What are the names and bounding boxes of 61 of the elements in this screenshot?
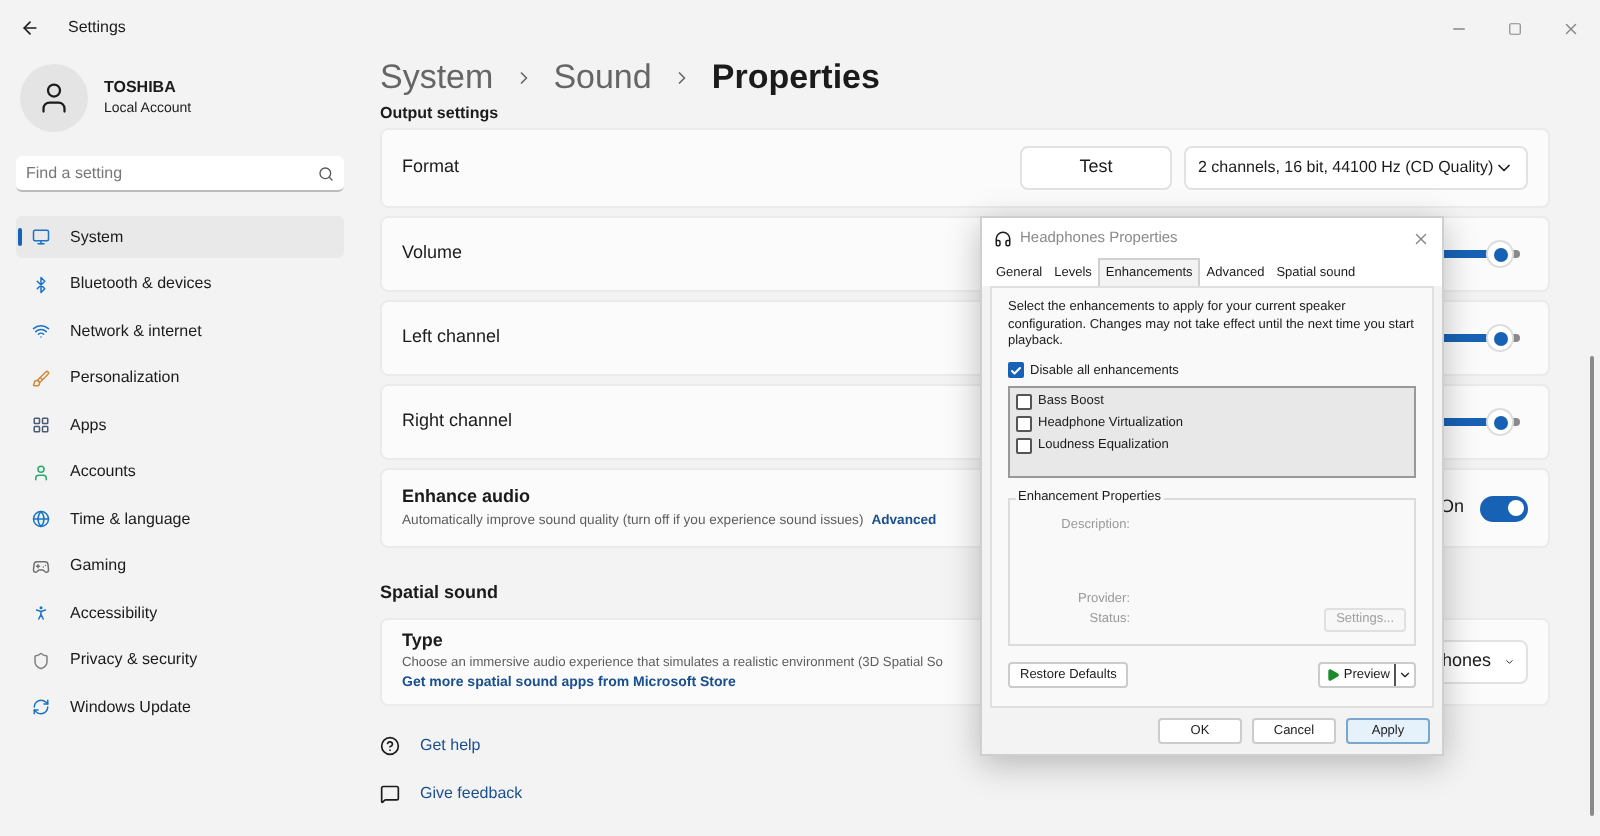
checkbox[interactable]: [1016, 437, 1032, 454]
person-icon: [36, 80, 72, 116]
sidebar-item[interactable]: Privacy & security: [16, 639, 344, 681]
play-icon: [1325, 668, 1340, 683]
refresh-icon: [32, 698, 50, 716]
slider-thumb[interactable]: [1486, 408, 1514, 436]
scrollbar[interactable]: [1590, 356, 1594, 816]
setting-label: Left channel: [402, 324, 501, 351]
breadcrumb-item[interactable]: System: [380, 52, 494, 104]
sidebar-item[interactable]: Gaming: [16, 545, 344, 587]
test-button[interactable]: Test: [1020, 146, 1172, 190]
sidebar-item[interactable]: System: [16, 216, 344, 258]
setting-label: Right channel: [402, 408, 513, 435]
help-icon: [380, 735, 400, 755]
sidebar-item[interactable]: Bluetooth & devices: [16, 263, 344, 305]
window-title: Settings: [68, 16, 126, 40]
wifi-icon: [32, 322, 50, 340]
chevron-down-icon: [1398, 668, 1412, 683]
sidebar-item[interactable]: Network & internet: [16, 310, 344, 352]
headphones-icon: [994, 229, 1012, 247]
account-name: TOSHIBA: [104, 75, 178, 100]
monitor-icon: [32, 228, 50, 246]
sidebar-item[interactable]: Windows Update: [16, 686, 344, 728]
sidebar-item[interactable]: Accounts: [16, 451, 344, 493]
breadcrumb-item[interactable]: Sound: [553, 52, 652, 104]
maximize-icon[interactable]: [1508, 21, 1522, 35]
bluetooth-icon: [32, 275, 50, 293]
section-heading: Spatial sound: [380, 580, 499, 606]
back-icon[interactable]: [20, 18, 40, 38]
checkbox[interactable]: [1008, 362, 1024, 379]
close-icon[interactable]: [1562, 19, 1580, 37]
sidebar-item[interactable]: Time & language: [16, 498, 344, 540]
toggle-switch[interactable]: [1480, 495, 1528, 521]
person-icon: [32, 463, 50, 481]
shield-icon: [32, 651, 50, 669]
slider-thumb[interactable]: [1486, 240, 1514, 268]
accessibility-icon: [32, 604, 50, 622]
search-field[interactable]: Find a setting: [16, 156, 344, 192]
sidebar-item[interactable]: Accessibility: [16, 592, 344, 634]
checkbox[interactable]: [1016, 415, 1032, 432]
section-heading: Output settings: [380, 104, 499, 124]
brush-icon: [32, 369, 50, 387]
format-dropdown[interactable]: 2 channels, 16 bit, 44100 Hz (CD Quality): [1184, 146, 1528, 190]
help-link[interactable]: Give feedback: [420, 781, 523, 805]
slider-thumb[interactable]: [1486, 324, 1514, 352]
setting-label: Enhance audio: [402, 484, 533, 511]
sidebar-item[interactable]: Apps: [16, 404, 344, 446]
search-input[interactable]: Find a setting: [26, 161, 266, 185]
setting-label: Volume: [402, 240, 463, 267]
close-icon[interactable]: [1412, 229, 1430, 247]
gamepad-icon: [32, 557, 50, 575]
grid-icon: [32, 416, 50, 434]
breadcrumb-item: Properties: [711, 56, 880, 101]
feedback-icon: [380, 783, 400, 803]
setting-label: Type: [402, 627, 445, 654]
help-link[interactable]: Get help: [420, 733, 481, 757]
search-icon: [318, 165, 334, 181]
setting-label: Format: [402, 154, 460, 181]
globe-icon: [32, 510, 50, 528]
checkbox[interactable]: [1016, 394, 1032, 411]
sidebar-item[interactable]: Personalization: [16, 357, 344, 399]
